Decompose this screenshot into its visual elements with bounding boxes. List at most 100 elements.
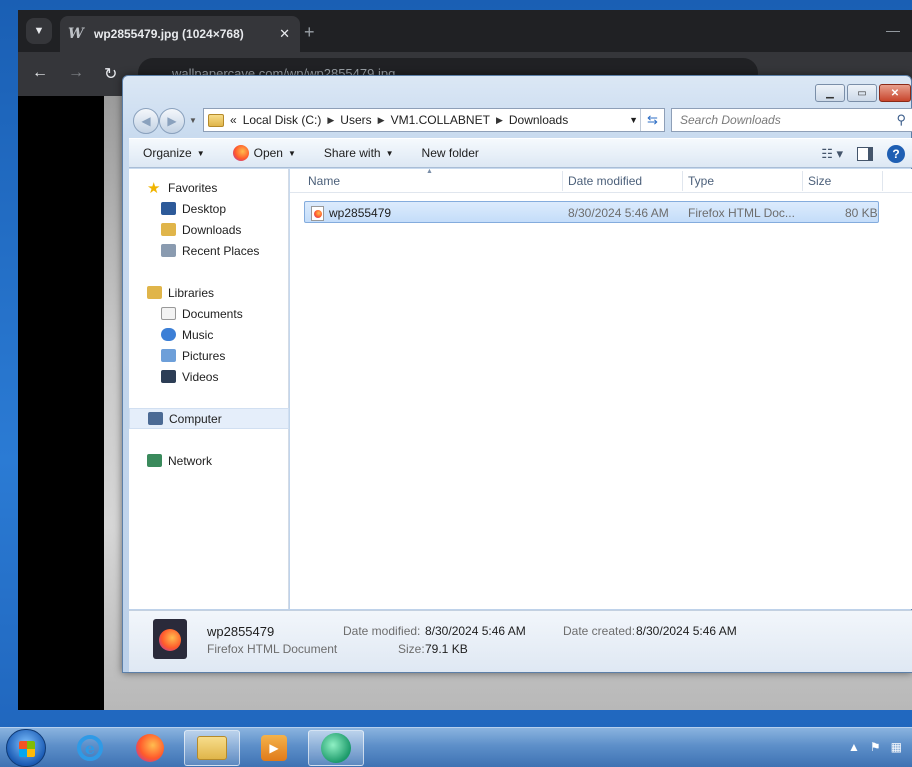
downloads-folder-icon — [161, 223, 176, 236]
column-date-modified[interactable]: Date modified — [568, 174, 642, 188]
breadcrumb[interactable]: « Local Disk (C:) ▶ Users ▶ VM1.COLLABNE… — [203, 108, 665, 132]
sidebar-item-label: Downloads — [182, 222, 242, 237]
minimize-button[interactable]: ▁ — [815, 84, 845, 102]
documents-icon — [161, 307, 176, 320]
star-icon: ★ — [147, 179, 161, 197]
folder-icon — [197, 736, 227, 760]
sidebar-item-libraries[interactable]: Libraries — [129, 282, 289, 303]
chrome-tab[interactable]: W wp2855479.jpg (1024×768) ✕ — [60, 16, 300, 52]
desktop-icon — [161, 202, 176, 215]
back-icon[interactable]: ← — [32, 64, 48, 82]
sidebar-item-label: Network — [168, 453, 213, 468]
taskbar-explorer[interactable] — [184, 730, 240, 766]
sidebar-item-music[interactable]: Music — [129, 324, 289, 345]
network-status-icon[interactable]: ▦ — [891, 740, 902, 754]
media-player-icon: ▶ — [261, 735, 287, 761]
column-size[interactable]: Size — [808, 174, 831, 188]
chevron-right-icon[interactable]: ▶ — [378, 115, 385, 126]
start-button[interactable] — [6, 729, 46, 767]
sidebar-item-favorites[interactable]: ★ Favorites — [129, 177, 289, 198]
taskbar-firefox[interactable] — [122, 730, 178, 766]
column-divider[interactable] — [682, 171, 683, 191]
forward-button[interactable]: ▶ — [159, 108, 185, 134]
recent-places-icon — [161, 244, 176, 257]
taskbar-remote-app[interactable] — [308, 730, 364, 766]
sidebar-item-network[interactable]: Network — [129, 450, 289, 471]
maximize-button[interactable]: ▭ — [847, 84, 877, 102]
computer-group: Computer — [129, 408, 289, 429]
forward-arrow-icon: ▶ — [167, 114, 177, 128]
taskbar-internet-explorer[interactable]: e — [62, 730, 118, 766]
sidebar-item-desktop[interactable]: Desktop — [129, 198, 289, 219]
file-type: Firefox HTML Doc... — [688, 206, 795, 220]
computer-icon — [148, 412, 163, 425]
tab-search-button[interactable]: ▼ — [26, 18, 52, 44]
table-row[interactable]: wp2855479 8/30/2024 5:46 AM Firefox HTML… — [304, 201, 879, 223]
new-folder-label: New folder — [421, 146, 479, 160]
recent-pages-dropdown-icon[interactable]: ▼ — [189, 116, 197, 125]
view-options-icon[interactable]: ☷ ▾ — [821, 146, 843, 162]
close-button[interactable]: ✕ — [879, 84, 911, 102]
details-size: 79.1 KB — [425, 642, 468, 656]
organize-button[interactable]: Organize ▼ — [143, 146, 205, 160]
open-button[interactable]: Open ▼ — [232, 145, 296, 161]
address-dropdown-icon[interactable]: ▼ — [629, 115, 638, 125]
minimize-icon[interactable]: — — [886, 22, 900, 38]
help-icon[interactable]: ? — [887, 145, 905, 163]
forward-icon[interactable]: → — [68, 64, 84, 82]
breadcrumb-users[interactable]: Users — [340, 113, 371, 127]
column-divider[interactable] — [562, 171, 563, 191]
sidebar-item-documents[interactable]: Documents — [129, 303, 289, 324]
new-folder-button[interactable]: New folder — [422, 146, 479, 160]
close-tab-icon[interactable]: ✕ — [279, 26, 290, 42]
search-icon[interactable]: ⚲ — [896, 112, 906, 128]
taskbar-media-player[interactable]: ▶ — [246, 730, 302, 766]
sidebar-item-downloads[interactable]: Downloads — [129, 219, 289, 240]
search-input[interactable]: Search Downloads ⚲ — [671, 108, 912, 132]
network-icon — [147, 454, 162, 467]
libraries-group: Libraries Documents Music Pictures Video… — [129, 282, 289, 387]
share-with-button[interactable]: Share with ▼ — [324, 146, 394, 160]
sidebar-item-pictures[interactable]: Pictures — [129, 345, 289, 366]
sidebar-item-label: Desktop — [182, 201, 227, 216]
sidebar-item-computer[interactable]: Computer — [129, 408, 289, 429]
view-controls: ☷ ▾ ? — [821, 145, 905, 163]
chevron-down-icon: ▼ — [287, 148, 296, 158]
open-label: Open — [253, 146, 283, 160]
file-date-modified: 8/30/2024 5:46 AM — [568, 206, 669, 220]
sidebar-item-recent-places[interactable]: Recent Places — [129, 240, 289, 261]
column-divider[interactable] — [882, 171, 883, 191]
file-size: 80 KB — [845, 206, 878, 220]
preview-pane-icon[interactable] — [857, 147, 873, 161]
tab-title: wp2855479.jpg (1024×768) — [94, 27, 244, 41]
details-file-name: wp2855479 — [207, 624, 275, 639]
refresh-icon[interactable]: ⇆ — [640, 109, 664, 131]
remote-desktop-icon — [321, 733, 351, 763]
breadcrumb-local-disk[interactable]: Local Disk (C:) — [243, 113, 322, 127]
show-hidden-icons-icon[interactable]: ▲ — [848, 740, 860, 754]
sidebar-item-videos[interactable]: Videos — [129, 366, 289, 387]
favorites-group: ★ Favorites Desktop Downloads Recent Pla… — [129, 177, 289, 261]
new-tab-icon[interactable]: + — [304, 22, 315, 43]
action-center-flag-icon[interactable]: ⚑ — [870, 740, 881, 754]
sort-ascending-icon: ▲ — [426, 168, 433, 175]
chevron-right-icon[interactable]: ▶ — [496, 115, 503, 126]
breadcrumb-overflow[interactable]: « — [230, 113, 237, 127]
details-pane: wp2855479 Firefox HTML Document Date mod… — [129, 610, 912, 672]
reload-icon[interactable]: ↻ — [104, 64, 117, 84]
sidebar-item-label: Favorites — [168, 180, 218, 195]
chevron-right-icon[interactable]: ▶ — [327, 115, 334, 126]
breadcrumb-downloads[interactable]: Downloads — [509, 113, 568, 127]
taskbar: e ▶ ▲ ⚑ ▦ — [0, 727, 912, 767]
breadcrumb-vm1[interactable]: VM1.COLLABNET — [391, 113, 490, 127]
videos-icon — [161, 370, 176, 383]
column-type[interactable]: Type — [688, 174, 714, 188]
column-divider[interactable] — [802, 171, 803, 191]
column-name[interactable]: Name — [308, 174, 340, 188]
back-button[interactable]: ◀ — [133, 108, 159, 134]
firefox-icon — [136, 734, 164, 762]
network-group: Network — [129, 450, 289, 471]
sidebar-item-label: Documents — [182, 306, 243, 321]
details-date-created-label: Date created: — [563, 624, 636, 638]
wallpapercave-icon: W — [68, 26, 84, 42]
